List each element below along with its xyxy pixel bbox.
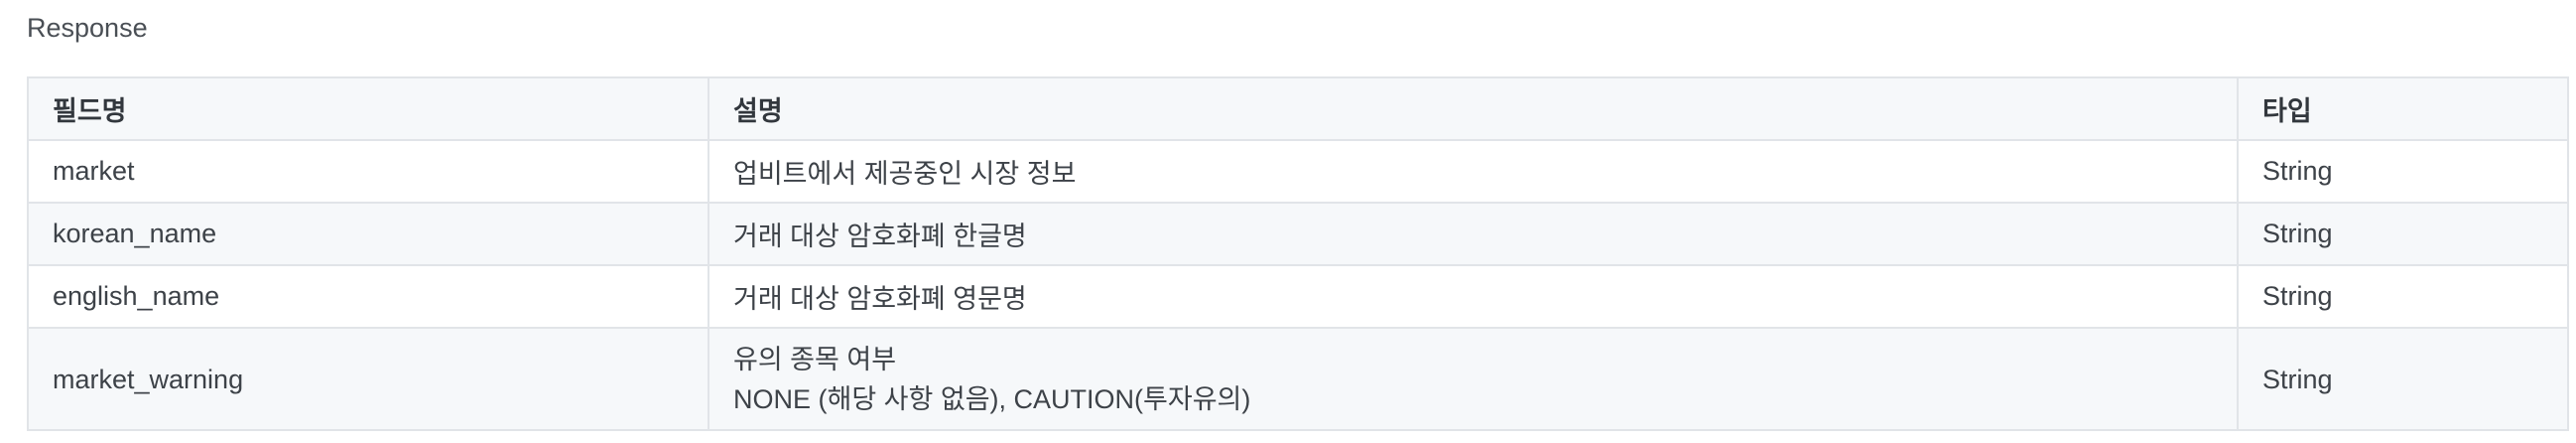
response-table: 필드명 설명 타입 market 업비트에서 제공중인 시장 정보 String… <box>27 76 2569 431</box>
table-row: korean_name 거래 대상 암호화폐 한글명 String <box>27 202 2569 266</box>
cell-type: String <box>2237 264 2569 329</box>
cell-description: 거래 대상 암호화폐 영문명 <box>708 264 2239 329</box>
table-header-row: 필드명 설명 타입 <box>27 76 2569 141</box>
description-line: 업비트에서 제공중인 시장 정보 <box>733 159 1077 189</box>
cell-description: 업비트에서 제공중인 시장 정보 <box>708 139 2239 204</box>
description-line: NONE (해당 사항 없음), CAUTION(투자유의) <box>733 383 1251 414</box>
table-row: market 업비트에서 제공중인 시장 정보 String <box>27 139 2569 204</box>
description-line: 거래 대상 암호화폐 한글명 <box>733 222 1027 251</box>
cell-field: market_warning <box>27 327 709 431</box>
cell-field: korean_name <box>27 202 709 266</box>
response-section: Response 필드명 설명 타입 market 업비트에서 제공중인 시장 … <box>0 0 2576 443</box>
cell-field: market <box>27 139 709 204</box>
cell-description: 거래 대상 암호화폐 한글명 <box>708 202 2239 266</box>
section-title: Response <box>27 13 148 43</box>
header-description: 설명 <box>708 76 2239 141</box>
cell-description: 유의 종목 여부 NONE (해당 사항 없음), CAUTION(투자유의) <box>708 327 2239 431</box>
cell-field: english_name <box>27 264 709 329</box>
cell-type: String <box>2237 327 2569 431</box>
table-row: english_name 거래 대상 암호화폐 영문명 String <box>27 264 2569 329</box>
header-type: 타입 <box>2237 76 2569 141</box>
cell-type: String <box>2237 139 2569 204</box>
cell-type: String <box>2237 202 2569 266</box>
description-line: 거래 대상 암호화폐 영문명 <box>733 284 1027 314</box>
header-field-name: 필드명 <box>27 76 709 141</box>
table-row: market_warning 유의 종목 여부 NONE (해당 사항 없음),… <box>27 327 2569 431</box>
description-line: 유의 종목 여부 <box>733 344 897 374</box>
